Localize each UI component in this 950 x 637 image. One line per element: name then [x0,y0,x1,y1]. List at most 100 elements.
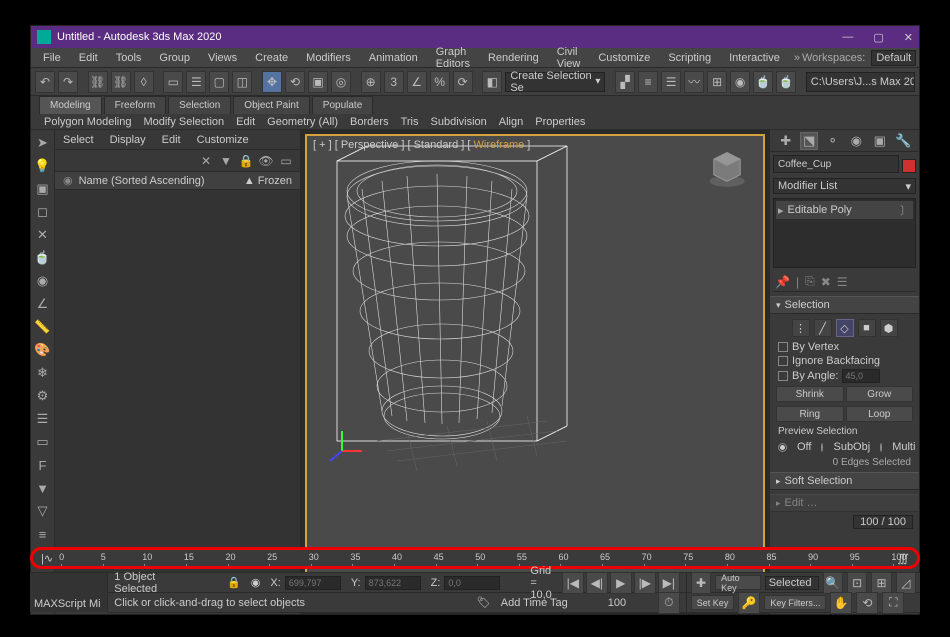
preview-off-radio[interactable] [778,443,787,452]
modifier-item[interactable]: ▸Editable Poly〕 [776,201,913,219]
subobj-element-button[interactable]: ⬢ [880,319,898,337]
edit-sel-set-button[interactable]: ◧ [482,71,502,93]
set-key-button[interactable]: Set Key [691,595,735,610]
play-button[interactable]: ▶ [610,572,632,594]
ribbon-tab-object-paint[interactable]: Object Paint [233,96,309,114]
goto-start-button[interactable]: |◀ [562,572,584,594]
filter-icon[interactable]: ▼ [218,153,234,169]
snow-icon[interactable]: ❄ [34,364,52,382]
spinner-snap-button[interactable]: ⟳ [453,71,473,93]
nav-zoom-all-icon[interactable]: ⊡ [847,572,867,594]
maxscript-listener[interactable]: MAXScript Mi [30,573,108,612]
menu-interactive[interactable]: Interactive [721,50,788,66]
auto-key-button[interactable]: Auto Key [715,575,761,590]
f-icon[interactable]: F [34,456,52,474]
nav-pan-icon[interactable]: ✋ [830,592,852,614]
by-vertex-checkbox[interactable] [778,342,788,352]
curve-editor-button[interactable]: 〰 [684,71,704,93]
object-name-field[interactable]: Coffee_Cup [773,155,899,173]
schematic-button[interactable]: ⊞ [707,71,727,93]
align-button[interactable]: ≡ [638,71,658,93]
add-time-tag-label[interactable]: Add Time Tag [501,597,568,609]
by-angle-spinner[interactable]: 45,0 [842,369,880,383]
mirror-button[interactable]: ▞ [615,71,635,93]
eye-column-icon[interactable]: ◉ [63,174,73,187]
layers-icon[interactable]: ≡ [34,525,52,543]
coord-y-field[interactable]: 873,622 [365,576,421,590]
key-filter-dropdown[interactable]: Selected [765,576,819,590]
lock-icon[interactable]: 🔒 [238,153,254,169]
tab-display-icon[interactable]: ▣ [871,132,889,150]
rollout-selection[interactable]: ▾Selection [770,296,919,314]
render-setup-button[interactable]: 🍵 [753,71,773,93]
configure-icon[interactable]: ☰ [837,275,848,289]
isolate-icon[interactable]: ◉ [251,576,261,589]
box-icon[interactable]: ▭ [34,433,52,451]
rsub-properties[interactable]: Properties [530,116,590,128]
undo-button[interactable]: ↶ [35,71,55,93]
unlink-button[interactable]: ⛓ [111,71,131,93]
timeline-toggle-icon[interactable]: |∿ [41,552,53,565]
nav-fov-icon[interactable]: ◿ [896,572,916,594]
tab-utilities-icon[interactable]: 🔧 [894,132,912,150]
snap-toggle-button[interactable]: 3 [384,71,404,93]
subobj-vertex-button[interactable]: ⋮ [792,319,810,337]
render-button[interactable]: 🍵 [776,71,796,93]
menu-group[interactable]: Group [151,50,198,66]
add-time-tag-icon[interactable]: 🏷 [477,596,491,609]
sort-icon[interactable]: ▭ [278,153,294,169]
material-editor-button[interactable]: ◉ [730,71,750,93]
subobj-border-button[interactable]: ◇ [836,319,854,337]
rsub-edit[interactable]: Edit [231,116,260,128]
key-icon[interactable]: 🔑 [738,592,760,614]
teapot-icon[interactable]: 🍵 [34,249,52,267]
preview-subobj-radio[interactable] [821,443,823,452]
arrow-icon[interactable]: ➤ [34,134,52,152]
key-mode-button[interactable]: ✚ [691,572,711,594]
loop-button[interactable]: Loop [846,406,914,422]
time-config-button[interactable]: ⏱ [658,592,680,614]
next-frame-button[interactable]: |▶ [634,572,656,594]
timeline[interactable]: |∿ 0510152025303540455055606570758085909… [30,547,920,569]
object-color-swatch[interactable] [902,159,916,173]
ribbon-tab-freeform[interactable]: Freeform [104,96,167,114]
ignore-backfacing-checkbox[interactable] [778,356,788,366]
col-frozen[interactable]: ▲ Frozen [244,175,292,187]
angle-icon[interactable]: ∠ [34,295,52,313]
select-name-button[interactable]: ☰ [186,71,206,93]
select-object-button[interactable]: ▭ [163,71,183,93]
scene-menu-edit[interactable]: Edit [162,134,181,146]
scale-button[interactable]: ▣ [308,71,328,93]
nav-max-icon[interactable]: ⛶ [882,592,904,614]
shrink-button[interactable]: Shrink [776,386,844,402]
viewport-label[interactable]: [ + ] [ Perspective ] [ Standard ] [ Wir… [313,139,530,151]
rotate-button[interactable]: ⟲ [285,71,305,93]
placement-button[interactable]: ◎ [331,71,351,93]
subobj-polygon-button[interactable]: ■ [858,319,876,337]
pin-stack-icon[interactable]: 📌 [775,275,790,289]
select-region-button[interactable]: ▢ [209,71,229,93]
menu-views[interactable]: Views [200,50,245,66]
tape-icon[interactable]: 📏 [34,318,52,336]
camera-icon[interactable]: ▣ [34,180,52,198]
list-icon[interactable]: ☰ [34,410,52,428]
link-button[interactable]: ⛓ [88,71,108,93]
menu-file[interactable]: File [35,50,69,66]
menu-modifiers[interactable]: Modifiers [298,50,359,66]
menu-edit[interactable]: Edit [71,50,106,66]
rsub-modify-selection[interactable]: Modify Selection [138,116,229,128]
rsub-subdivision[interactable]: Subdivision [426,116,492,128]
modifier-list-dropdown[interactable]: Modifier List▾ [773,178,916,194]
close-button[interactable]: ✕ [904,31,913,44]
rsub-tris[interactable]: Tris [396,116,424,128]
by-angle-checkbox[interactable] [778,371,788,381]
menu-scripting[interactable]: Scripting [660,50,719,66]
tab-create-icon[interactable]: ✚ [777,132,795,150]
menu-animation[interactable]: Animation [361,50,426,66]
minimize-button[interactable]: — [842,31,853,44]
ribbon-tab-populate[interactable]: Populate [312,96,373,114]
lock-selection-icon[interactable]: 🔒 [227,576,241,589]
scene-menu-display[interactable]: Display [110,134,146,146]
move-button[interactable]: ✥ [262,71,282,93]
coord-x-field[interactable]: 699,797 [285,576,341,590]
